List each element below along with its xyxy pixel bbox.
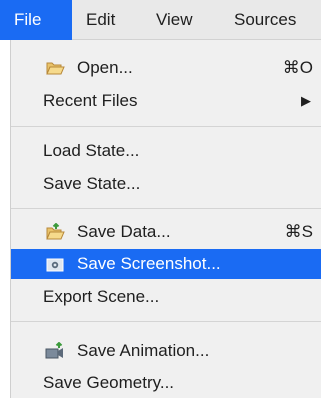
menu-item-export-scene[interactable]: Export Scene...: [11, 283, 321, 310]
menu-file[interactable]: File: [0, 0, 72, 40]
menu-separator: [11, 126, 321, 127]
menu-item-load-state[interactable]: Load State...: [11, 137, 321, 164]
menu-separator: [11, 321, 321, 322]
file-menu-dropdown: Open... ⌘O Recent Files ▶ Load State... …: [10, 40, 321, 398]
menu-item-save-geometry[interactable]: Save Geometry...: [11, 369, 321, 396]
menu-item-save-state[interactable]: Save State...: [11, 170, 321, 197]
submenu-arrow-icon: ▶: [301, 93, 311, 108]
menu-item-open[interactable]: Open... ⌘O: [11, 54, 321, 81]
menu-item-label: Save Data...: [77, 222, 171, 241]
shortcut-label: ⌘O: [282, 58, 313, 77]
menu-item-save-screenshot[interactable]: Save Screenshot...: [11, 249, 321, 279]
menu-item-label: Save Geometry...: [43, 373, 175, 392]
shortcut-label: ⌘S: [284, 222, 313, 241]
menu-item-label: Recent Files: [43, 91, 138, 110]
menu-item-label: Load State...: [43, 141, 140, 160]
menu-view[interactable]: View: [156, 0, 193, 40]
menu-item-label: Save Animation...: [77, 341, 210, 360]
screenshot-icon: [46, 258, 64, 272]
menu-item-save-animation[interactable]: Save Animation...: [11, 337, 321, 364]
menu-edit[interactable]: Edit: [86, 0, 115, 40]
menu-item-label: Export Scene...: [43, 287, 160, 306]
folder-open-icon: [46, 62, 65, 75]
menu-item-label: Open...: [77, 58, 133, 77]
menu-bar: File Edit View Sources: [0, 0, 321, 40]
menu-item-save-data[interactable]: Save Data... ⌘S: [11, 218, 321, 245]
folder-save-icon: [46, 223, 65, 240]
menu-separator: [11, 208, 321, 209]
animation-icon: [45, 342, 63, 359]
menu-item-label: Save State...: [43, 174, 141, 193]
menu-item-label: Save Screenshot...: [77, 254, 221, 273]
menu-sources[interactable]: Sources: [234, 0, 296, 40]
menu-item-recent-files[interactable]: Recent Files ▶: [11, 87, 321, 114]
